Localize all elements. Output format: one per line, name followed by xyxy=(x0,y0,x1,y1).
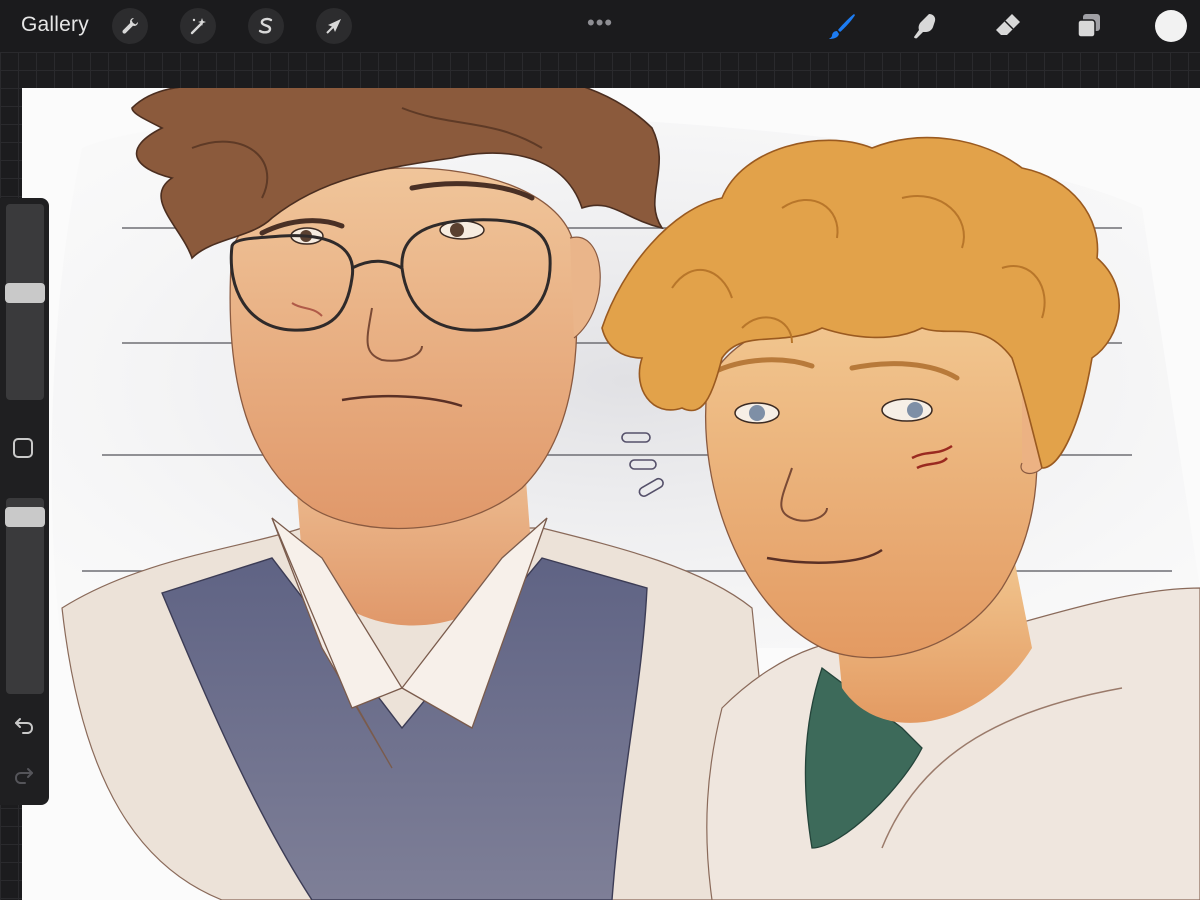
undo-arrow-icon xyxy=(15,718,34,734)
magic-wand-icon xyxy=(190,18,206,35)
wrench-icon xyxy=(122,18,138,34)
actions-button[interactable] xyxy=(112,8,148,44)
opacity-thumb[interactable] xyxy=(5,506,45,527)
opacity-slider[interactable] xyxy=(6,498,44,694)
transform-button[interactable] xyxy=(316,8,352,44)
brush-tool-button[interactable] xyxy=(824,8,860,44)
brush-size-thumb[interactable] xyxy=(5,283,45,304)
smudge-tool-button[interactable] xyxy=(906,8,942,44)
eraser-icon xyxy=(996,14,1020,35)
top-toolbar: Gallery ••• xyxy=(0,0,1200,52)
square-modifier-icon[interactable] xyxy=(13,438,33,458)
selection-s-icon xyxy=(258,17,273,34)
artwork-illustration xyxy=(51,88,1200,900)
layers-icon xyxy=(1077,14,1100,38)
brush-icon xyxy=(829,14,855,39)
layers-button[interactable] xyxy=(1071,8,1107,44)
drawing-canvas[interactable] xyxy=(22,88,1200,900)
color-picker-button[interactable] xyxy=(1155,10,1187,42)
more-options-icon[interactable]: ••• xyxy=(587,10,613,36)
redo-arrow-icon xyxy=(14,768,33,784)
redo-button[interactable] xyxy=(12,763,36,787)
smudge-finger-icon xyxy=(914,14,936,39)
arrow-cursor-icon xyxy=(326,19,341,34)
adjustments-button[interactable] xyxy=(180,8,216,44)
gallery-button[interactable]: Gallery xyxy=(21,13,89,37)
undo-button[interactable] xyxy=(12,713,36,737)
eraser-tool-button[interactable] xyxy=(990,8,1026,44)
left-sidebar xyxy=(0,198,49,805)
selection-button[interactable] xyxy=(248,8,284,44)
